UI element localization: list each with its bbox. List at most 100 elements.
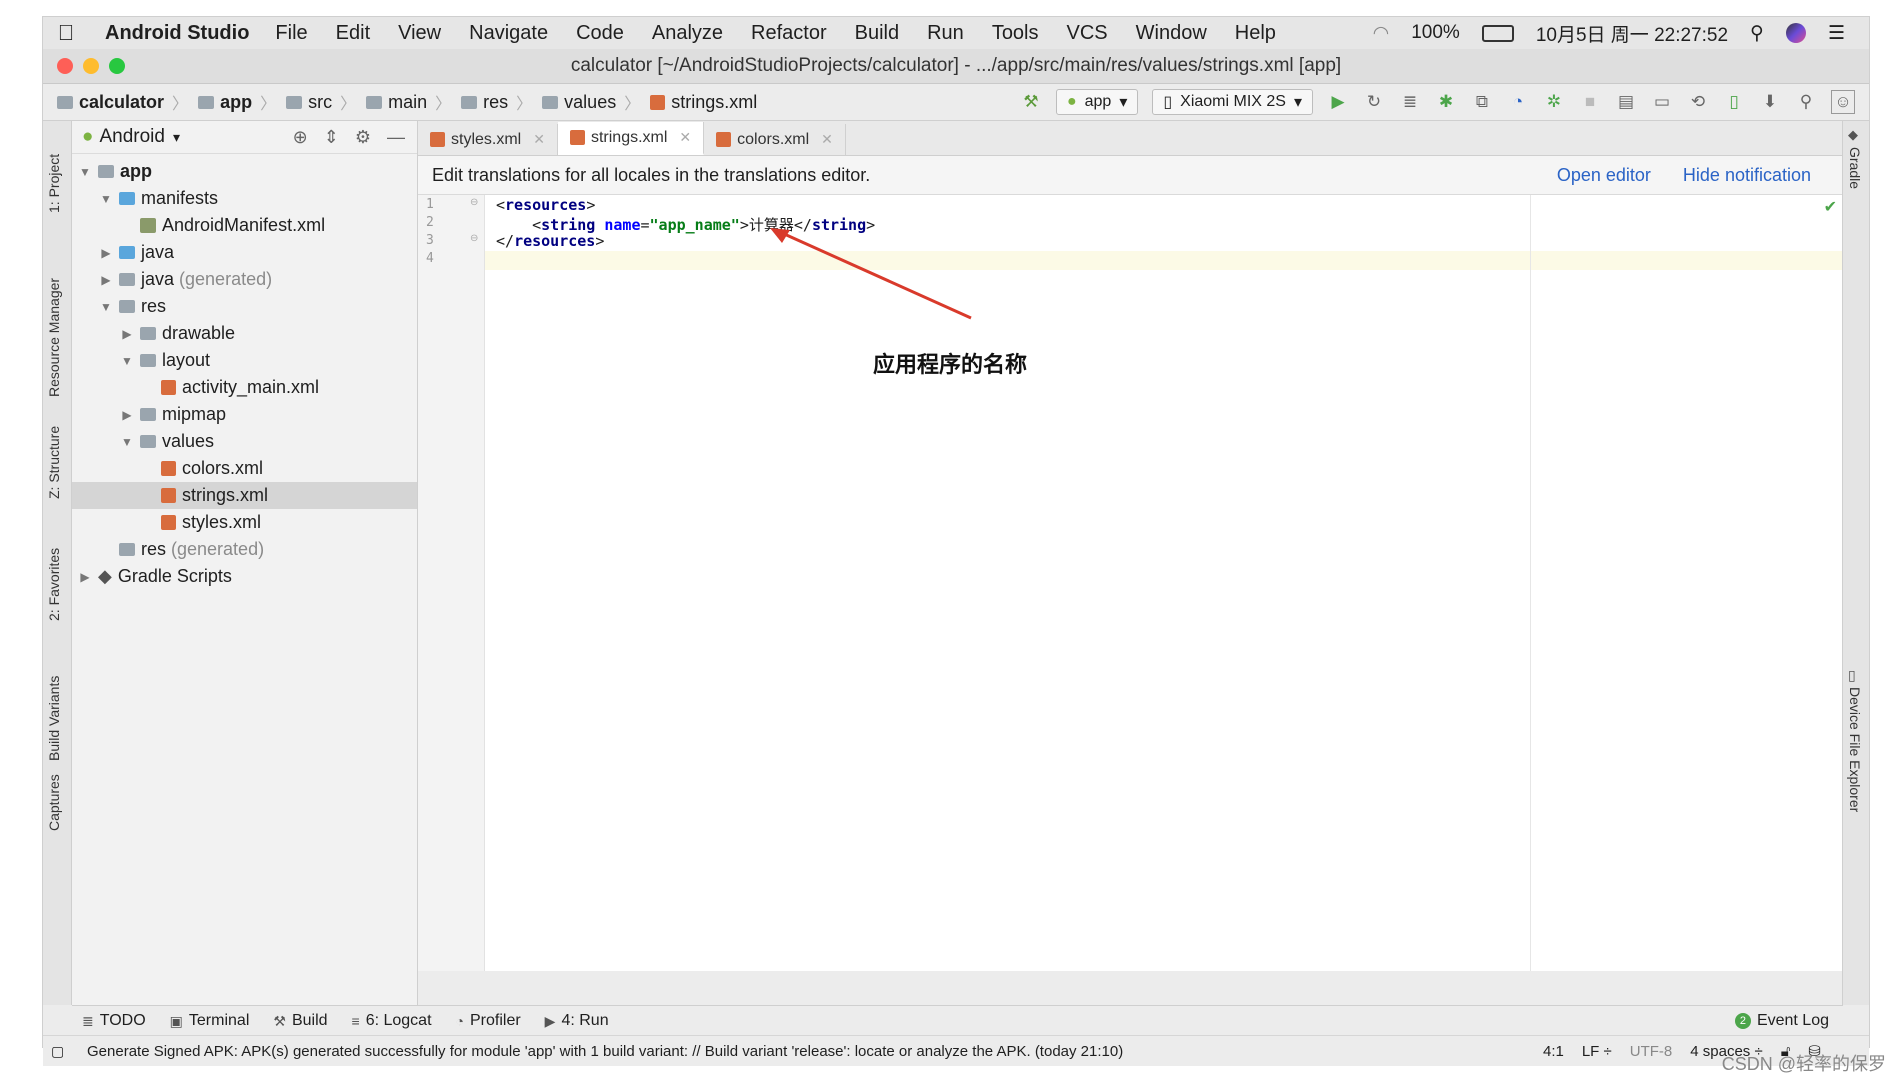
device-file-explorer-tool-tab[interactable]: Device File Explorer [1847, 687, 1863, 812]
sync-gradle-icon[interactable]: ⟲ [1687, 91, 1709, 113]
menu-run[interactable]: Run [913, 22, 978, 45]
menu-vcs[interactable]: VCS [1053, 22, 1122, 45]
tree-node[interactable]: colors.xml [72, 455, 417, 482]
project-view-select[interactable]: Android [99, 126, 165, 148]
structure-tool-tab[interactable]: Z: Structure [46, 399, 62, 499]
line-separator[interactable]: LF ÷ [1582, 1043, 1612, 1060]
tree-node[interactable]: res (generated) [72, 536, 417, 563]
search-everywhere-icon[interactable]: ⚲ [1795, 91, 1817, 113]
spotlight-search-icon[interactable]: ⚲ [1750, 22, 1764, 45]
editor-tab-styles[interactable]: styles.xml ✕ [418, 124, 558, 155]
notification-center-icon[interactable]: ☰ [1828, 22, 1845, 45]
breadcrumb-item[interactable]: strings.xml [650, 92, 765, 113]
breadcrumb-item[interactable]: calculator [57, 92, 172, 113]
sdk-manager-icon[interactable]: ⬇ [1759, 91, 1781, 113]
avd-manager-icon[interactable]: ▭ [1651, 91, 1673, 113]
battery-icon[interactable] [1481, 24, 1514, 42]
user-icon[interactable]: ☺ [1831, 90, 1855, 114]
close-window-button[interactable] [57, 58, 73, 74]
open-editor-link[interactable]: Open editor [1557, 165, 1651, 186]
expand-toggle-icon[interactable]: ▼ [97, 300, 115, 314]
tree-node[interactable]: ▼ app [72, 158, 417, 185]
breadcrumb-item[interactable]: src [286, 92, 340, 113]
bottom-tool-terminal[interactable]: ▣ Terminal [160, 1012, 264, 1030]
expand-toggle-icon[interactable]: ▶ [97, 246, 115, 260]
gradle-tool-tab[interactable]: Gradle [1847, 147, 1863, 189]
tree-node[interactable]: AndroidManifest.xml [72, 212, 417, 239]
gear-icon[interactable]: ⚙ [355, 127, 371, 148]
run-with-coverage-icon[interactable]: ✲ [1543, 91, 1565, 113]
resource-manager-tool-tab[interactable]: Resource Manager [46, 237, 62, 397]
menu-refactor[interactable]: Refactor [737, 22, 841, 45]
apply-changes-icon[interactable]: ↻ [1363, 91, 1385, 113]
menu-edit[interactable]: Edit [322, 22, 384, 45]
run-icon[interactable]: ▶ [1327, 91, 1349, 113]
stop-icon[interactable]: ■ [1579, 91, 1601, 113]
close-tab-icon[interactable]: ✕ [533, 131, 545, 148]
expand-toggle-icon[interactable]: ▶ [118, 327, 136, 341]
tree-node[interactable]: ▶ mipmap [72, 401, 417, 428]
apply-code-changes-icon[interactable]: ≣ [1399, 91, 1421, 113]
status-message[interactable]: Generate Signed APK: APK(s) generated su… [43, 1043, 1123, 1060]
menu-code[interactable]: Code [562, 22, 638, 45]
caret-position[interactable]: 4:1 [1543, 1043, 1564, 1060]
expand-toggle-icon[interactable]: ▼ [118, 435, 136, 449]
run-config-select[interactable]: ● app ▾ [1055, 89, 1139, 115]
menu-help[interactable]: Help [1221, 22, 1290, 45]
bottom-tool-todo[interactable]: ≣ TODO [72, 1012, 160, 1030]
bottom-tool-logcat[interactable]: ≡ 6: Logcat [342, 1012, 446, 1030]
bottom-tool-build[interactable]: ⚒ Build [263, 1012, 341, 1030]
bottom-tool-run[interactable]: ▶ 4: Run [535, 1012, 623, 1030]
menu-tools[interactable]: Tools [978, 22, 1053, 45]
clock[interactable]: 10月5日 周一 22:27:52 [1536, 20, 1728, 47]
menu-build[interactable]: Build [841, 22, 913, 45]
menu-file[interactable]: File [261, 22, 321, 45]
tree-node[interactable]: ▶ java [72, 239, 417, 266]
menu-analyze[interactable]: Analyze [638, 22, 737, 45]
tree-node[interactable]: strings.xml [72, 482, 417, 509]
tree-node[interactable]: ▶ drawable [72, 320, 417, 347]
event-log-tab[interactable]: 2 Event Log [1734, 1012, 1843, 1030]
tree-node[interactable]: ▶ java (generated) [72, 266, 417, 293]
tree-node[interactable]: ▼ manifests [72, 185, 417, 212]
siri-icon[interactable] [1785, 23, 1806, 43]
apple-icon[interactable]:  [43, 20, 89, 46]
tree-node[interactable]: ▶ ◆ Gradle Scripts [72, 563, 417, 590]
minimize-window-button[interactable] [83, 58, 99, 74]
code-editor[interactable]: 1 ⊖ 2 3 ⊖ 4 <resources> <string name="app_nam… [418, 195, 1843, 971]
close-tab-icon[interactable]: ✕ [679, 129, 691, 146]
tree-node[interactable]: styles.xml [72, 509, 417, 536]
tree-node[interactable]: activity_main.xml [72, 374, 417, 401]
collapse-all-icon[interactable]: ⇕ [324, 127, 339, 148]
toggle-tool-windows-icon[interactable]: ▢ [51, 1043, 64, 1060]
breadcrumb-item[interactable]: values [542, 92, 624, 113]
editor-tab-strings[interactable]: strings.xml ✕ [557, 122, 705, 155]
project-tool-tab[interactable]: 1: Project [46, 129, 62, 213]
bottom-tool-profiler[interactable]: ◔ Profiler [446, 1012, 535, 1030]
expand-toggle-icon[interactable]: ▶ [76, 570, 94, 584]
expand-toggle-icon[interactable]: ▶ [97, 273, 115, 287]
captures-tool-tab[interactable]: Captures [46, 771, 62, 831]
file-encoding[interactable]: UTF-8 [1630, 1043, 1673, 1060]
breadcrumb-item[interactable]: app [198, 92, 260, 113]
expand-toggle-icon[interactable]: ▼ [76, 165, 94, 179]
menu-navigate[interactable]: Navigate [455, 22, 562, 45]
close-tab-icon[interactable]: ✕ [821, 131, 833, 148]
app-name-menu[interactable]: Android Studio [89, 22, 261, 45]
menu-window[interactable]: Window [1122, 22, 1221, 45]
tree-node[interactable]: ▼ res [72, 293, 417, 320]
zoom-window-button[interactable] [109, 58, 125, 74]
breadcrumb-item[interactable]: res [461, 92, 516, 113]
expand-toggle-icon[interactable]: ▶ [118, 408, 136, 422]
attach-debugger-icon[interactable]: ⧉ [1471, 91, 1493, 113]
editor-tab-colors[interactable]: colors.xml ✕ [704, 124, 846, 155]
debug-icon[interactable]: ✱ [1435, 91, 1457, 113]
profile-icon[interactable]: ◔ [1507, 91, 1529, 113]
tree-node[interactable]: ▼ values [72, 428, 417, 455]
breadcrumb-item[interactable]: main [366, 92, 435, 113]
hide-notification-link[interactable]: Hide notification [1683, 165, 1811, 186]
chevron-down-icon[interactable]: ▾ [173, 129, 180, 146]
build-variants-tool-tab[interactable]: Build Variants [46, 641, 62, 761]
tree-node[interactable]: ▼ layout [72, 347, 417, 374]
favorites-tool-tab[interactable]: 2: Favorites [46, 521, 62, 621]
